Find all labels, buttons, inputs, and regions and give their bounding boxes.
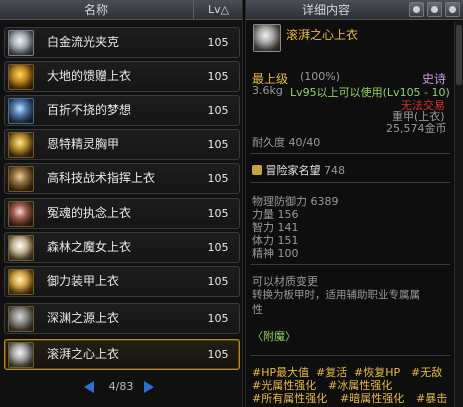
grade-percent: (100%): [300, 70, 341, 83]
armor-icon: [8, 132, 34, 158]
item-name: 深渊之源上衣: [47, 311, 120, 325]
armor-icon: [8, 166, 34, 192]
list-item[interactable]: 森林之魔女上衣 105: [4, 232, 240, 263]
item-name: 滚湃之心上衣: [47, 347, 120, 361]
item-level: 105: [207, 138, 229, 151]
armor-icon: [8, 342, 34, 368]
item-level: 105: [207, 70, 229, 83]
list-item[interactable]: 白金流光夹克 105: [4, 27, 240, 58]
detail-scrollbar[interactable]: [454, 21, 463, 407]
divider: [250, 153, 450, 154]
conversion-note: 转换为板甲时，适用辅助职业专属属: [252, 289, 420, 301]
compare-icon[interactable]: [409, 2, 424, 17]
page-indicator: 4/83: [108, 380, 134, 393]
armor-icon: [8, 201, 34, 227]
tag[interactable]: #暗属性强化: [340, 390, 404, 406]
stat-spirit: 精神 100: [252, 247, 299, 260]
list-item[interactable]: 大地的馈赠上衣 105: [4, 61, 240, 92]
item-level: 105: [207, 104, 229, 117]
item-level: 105: [207, 275, 229, 288]
item-name: 白金流光夹克: [47, 35, 120, 49]
armor-icon: [8, 269, 34, 295]
armor-icon: [8, 64, 34, 90]
list-item[interactable]: 百折不挠的梦想 105: [4, 95, 240, 126]
view-icon[interactable]: [427, 2, 442, 17]
item-level: 105: [207, 312, 229, 325]
divider: [250, 264, 450, 265]
scrollbar-thumb[interactable]: [456, 25, 462, 85]
list-item[interactable]: 御力装甲上衣 105: [4, 266, 240, 297]
fame-icon: [252, 165, 262, 175]
divider: [250, 182, 450, 183]
item-name: 大地的馈赠上衣: [47, 69, 132, 83]
list-item-selected[interactable]: 滚湃之心上衣 105: [4, 339, 240, 370]
item-name: 森林之魔女上衣: [47, 240, 132, 254]
detail-header: 详细内容: [246, 0, 463, 20]
item-name: 高科技战术指挥上衣: [47, 171, 156, 185]
pagination: 4/83: [0, 375, 243, 401]
item-list-panel: 名称 Lv△ 白金流光夹克 105 大地的馈赠上衣 105 百折不挠的梦想 10…: [0, 0, 243, 407]
list-item[interactable]: 高科技战术指挥上衣 105: [4, 163, 240, 194]
item-name: 冤魂的执念上衣: [47, 206, 132, 220]
fame-row: 冒险家名望 748: [252, 162, 345, 178]
item-name: 百折不挠的梦想: [47, 103, 132, 117]
armor-icon: [8, 306, 34, 332]
detail-panel: 详细内容 滚湃之心上衣 最上级 (100%) 史诗 3.6kg Lv95以上可以…: [245, 0, 463, 407]
item-name: 御力装甲上衣: [47, 274, 120, 288]
column-header-name[interactable]: 名称: [0, 1, 192, 18]
fame-value: 748: [324, 164, 345, 177]
list-item[interactable]: 深渊之源上衣 105: [4, 303, 240, 334]
column-header-level[interactable]: Lv△: [193, 0, 243, 20]
detail-title: 详细内容: [301, 3, 350, 17]
weight: 3.6kg: [252, 84, 283, 97]
jacket-icon: [8, 30, 34, 56]
item-name: 恩特精灵胸甲: [47, 137, 120, 151]
tag[interactable]: #无敌: [411, 364, 442, 380]
prev-page-arrow-icon[interactable]: [84, 381, 94, 393]
tag[interactable]: #所有属性强化: [252, 390, 327, 406]
enchant-header: 〈附魔〉: [252, 330, 296, 343]
item-level: 105: [207, 172, 229, 185]
fame-label: 冒险家名望: [265, 164, 321, 177]
tag[interactable]: #暴击: [416, 390, 447, 406]
divider: [250, 355, 450, 356]
list-header: 名称 Lv△: [0, 0, 242, 20]
durability: 耐久度 40/40: [252, 136, 321, 149]
item-level: 105: [207, 207, 229, 220]
info-icon[interactable]: [445, 2, 460, 17]
armor-icon: [8, 98, 34, 124]
item-level: 105: [207, 36, 229, 49]
conversion-note-tail: 性: [252, 303, 263, 316]
item-level: 105: [207, 241, 229, 254]
next-page-arrow-icon[interactable]: [144, 381, 154, 393]
list-item[interactable]: 冤魂的执念上衣 105: [4, 198, 240, 229]
item-title: 滚湃之心上衣: [286, 28, 359, 42]
sell-price: 25,574金币: [386, 122, 447, 135]
item-icon: [253, 24, 281, 52]
item-level: 105: [207, 348, 229, 361]
armor-icon: [8, 235, 34, 261]
list-item[interactable]: 恩特精灵胸甲 105: [4, 129, 240, 160]
